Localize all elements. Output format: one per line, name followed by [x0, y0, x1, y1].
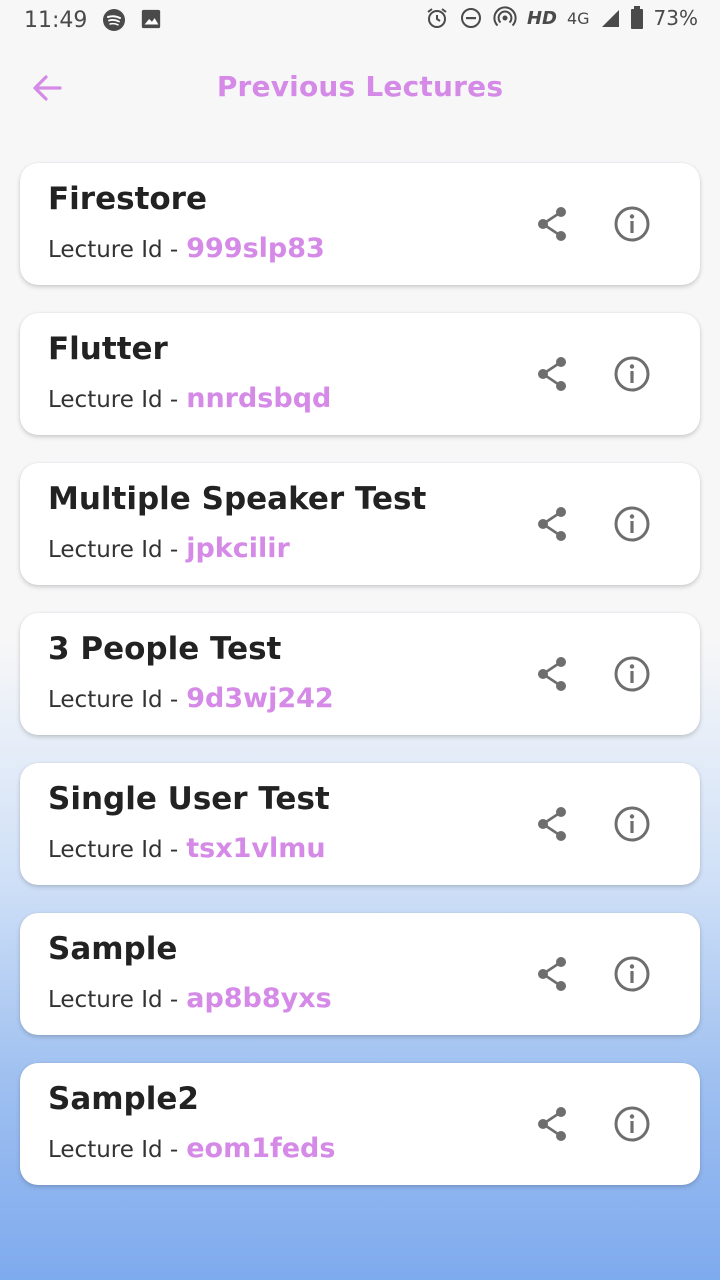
- info-icon[interactable]: [610, 502, 654, 546]
- lecture-id-value: eom1feds: [186, 1133, 336, 1164]
- battery-icon: [630, 6, 643, 29]
- lecture-id-label: Lecture Id -: [48, 237, 179, 263]
- lecture-list: Firestore Lecture Id - 999slp83 Flutter L…: [20, 163, 700, 1213]
- lecture-title: Multiple Speaker Test: [48, 481, 427, 517]
- hotspot-icon: [493, 6, 517, 27]
- spotify-icon: [103, 9, 125, 31]
- info-icon[interactable]: [610, 652, 654, 696]
- status-time: 11:49: [24, 8, 88, 33]
- share-icon[interactable]: [530, 1102, 574, 1146]
- lecture-card[interactable]: Single User Test Lecture Id - tsx1vlmu: [20, 763, 700, 885]
- network-hd-label: HD: [526, 7, 557, 29]
- lecture-id-value: ap8b8yxs: [186, 983, 332, 1014]
- app-bar: Previous Lectures: [0, 52, 720, 124]
- signal-icon: [601, 10, 619, 27]
- lecture-title: Single User Test: [48, 781, 330, 817]
- lecture-card[interactable]: Multiple Speaker Test Lecture Id - jpkcil…: [20, 463, 700, 585]
- page-title: Previous Lectures: [216, 70, 504, 103]
- image-icon: [141, 9, 161, 29]
- lecture-id-value: jpkcilir: [186, 533, 290, 564]
- lecture-id-value: tsx1vlmu: [186, 833, 326, 864]
- lecture-id-row: Lecture Id - 999slp83: [48, 233, 325, 264]
- lecture-id-row: Lecture Id - jpkcilir: [48, 533, 290, 564]
- lecture-title: Sample2: [48, 1081, 199, 1117]
- info-icon[interactable]: [610, 952, 654, 996]
- info-icon[interactable]: [610, 202, 654, 246]
- lecture-id-value: 999slp83: [186, 233, 325, 264]
- lecture-title: Sample: [48, 931, 178, 967]
- lecture-id-row: Lecture Id - eom1feds: [48, 1133, 335, 1164]
- lecture-id-label: Lecture Id -: [48, 837, 179, 863]
- lecture-id-row: Lecture Id - tsx1vlmu: [48, 833, 326, 864]
- lecture-card[interactable]: Sample Lecture Id - ap8b8yxs: [20, 913, 700, 1035]
- lecture-id-value: 9d3wj242: [186, 683, 334, 714]
- status-bar: 11:49 HD 4G 73%: [0, 0, 720, 42]
- share-icon[interactable]: [530, 652, 574, 696]
- lecture-id-label: Lecture Id -: [48, 387, 179, 413]
- lecture-title: Flutter: [48, 331, 168, 367]
- lecture-card[interactable]: Sample2 Lecture Id - eom1feds: [20, 1063, 700, 1185]
- share-icon[interactable]: [530, 802, 574, 846]
- lecture-id-row: Lecture Id - nnrdsbqd: [48, 383, 331, 414]
- alarm-icon: [427, 8, 447, 28]
- network-type-label: 4G: [566, 8, 590, 28]
- lecture-id-label: Lecture Id -: [48, 687, 179, 713]
- info-icon[interactable]: [610, 1102, 654, 1146]
- battery-level: 73%: [653, 6, 698, 30]
- lecture-title: 3 People Test: [48, 631, 282, 667]
- lecture-id-label: Lecture Id -: [48, 987, 179, 1013]
- lecture-id-label: Lecture Id -: [48, 537, 179, 563]
- status-left-icons: [102, 8, 162, 32]
- lecture-title: Firestore: [48, 181, 207, 217]
- info-icon[interactable]: [610, 802, 654, 846]
- share-icon[interactable]: [530, 202, 574, 246]
- lecture-card[interactable]: Firestore Lecture Id - 999slp83: [20, 163, 700, 285]
- lecture-id-label: Lecture Id -: [48, 1137, 179, 1163]
- share-icon[interactable]: [530, 352, 574, 396]
- lecture-id-row: Lecture Id - ap8b8yxs: [48, 983, 332, 1014]
- lecture-id-row: Lecture Id - 9d3wj242: [48, 683, 334, 714]
- lecture-id-value: nnrdsbqd: [186, 383, 332, 414]
- share-icon[interactable]: [530, 952, 574, 996]
- status-right-icons: HD 4G 73%: [425, 6, 698, 30]
- lecture-card[interactable]: 3 People Test Lecture Id - 9d3wj242: [20, 613, 700, 735]
- lecture-card[interactable]: Flutter Lecture Id - nnrdsbqd: [20, 313, 700, 435]
- info-icon[interactable]: [610, 352, 654, 396]
- do-not-disturb-icon: [460, 8, 481, 28]
- share-icon[interactable]: [530, 502, 574, 546]
